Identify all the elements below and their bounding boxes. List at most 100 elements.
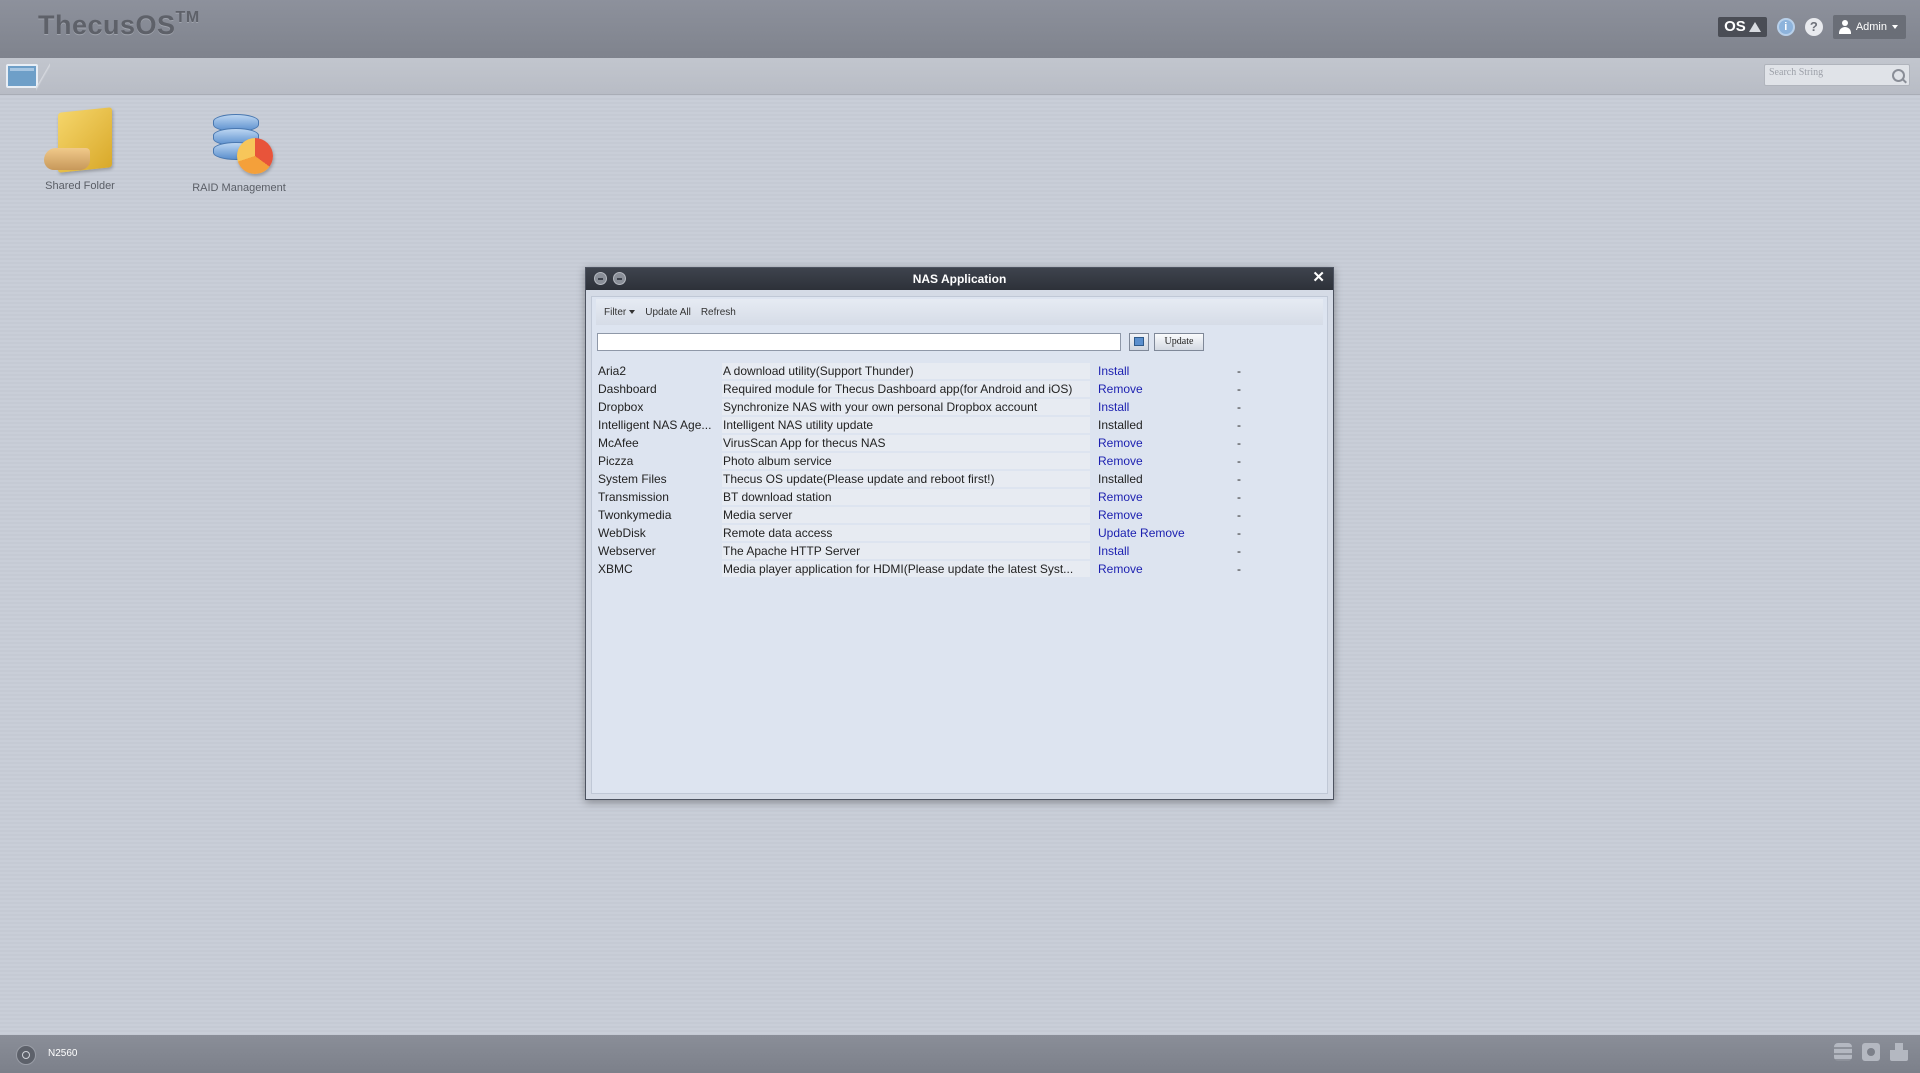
app-description: Media server <box>722 507 1090 523</box>
app-name: Webserver <box>598 544 656 558</box>
app-extra: - <box>1237 400 1241 414</box>
os-badge-label: OS <box>1724 18 1746 35</box>
app-action-cell: Remove <box>1090 507 1235 523</box>
app-description: Synchronize NAS with your own personal D… <box>722 399 1090 415</box>
info-icon[interactable]: i <box>1776 18 1795 36</box>
table-row: Dashboard Required module for Thecus Dash… <box>597 381 1277 397</box>
app-extra: - <box>1237 382 1241 396</box>
app-description: BT download station <box>722 489 1090 505</box>
search-input[interactable]: Search String <box>1764 64 1910 86</box>
app-action-cell: Remove <box>1090 381 1235 397</box>
app-name: Dashboard <box>598 382 657 396</box>
storage-icon[interactable] <box>1834 1043 1852 1061</box>
table-row: Piczza Photo album service Remove - <box>597 453 1277 469</box>
shared-folder-icon <box>40 107 120 176</box>
status-bar: N2560 <box>0 1035 1920 1073</box>
app-extra: - <box>1237 526 1241 540</box>
app-extra: - <box>1237 436 1241 450</box>
os-update-button[interactable]: OS <box>1718 17 1767 37</box>
app-extra: - <box>1237 472 1241 486</box>
logo-trademark: TM <box>175 9 200 26</box>
app-installed-status: Installed <box>1098 472 1143 486</box>
app-action-install-link[interactable]: Install <box>1098 400 1129 414</box>
user-menu[interactable]: Admin <box>1832 15 1906 39</box>
raid-management-icon <box>199 108 279 178</box>
file-path-input[interactable] <box>597 333 1121 351</box>
table-row: XBMC Media player application for HDMI(Pl… <box>597 561 1277 577</box>
power-icon[interactable] <box>16 1045 36 1065</box>
app-name: XBMC <box>598 562 633 576</box>
app-name: Aria2 <box>598 364 627 378</box>
chevron-down-icon <box>629 309 636 314</box>
app-description: Media player application for HDMI(Please… <box>722 561 1090 577</box>
app-extra: - <box>1237 490 1241 504</box>
user-icon <box>1838 20 1851 34</box>
app-action-remove-link[interactable]: Remove <box>1098 508 1143 522</box>
table-row: Dropbox Synchronize NAS with your own per… <box>597 399 1277 415</box>
disk-icon[interactable] <box>1862 1043 1880 1061</box>
app-action-remove-link[interactable]: Remove <box>1098 454 1143 468</box>
table-row: McAfee VirusScan App for thecus NAS Remove… <box>597 435 1277 451</box>
app-action-remove-link[interactable]: Remove <box>1140 526 1185 540</box>
toolbar-divider <box>36 58 50 94</box>
app-action-cell: Remove <box>1090 489 1235 505</box>
app-action-cell: Install <box>1090 399 1235 415</box>
app-extra: - <box>1237 508 1241 522</box>
app-action-remove-link[interactable]: Remove <box>1098 436 1143 450</box>
app-name: McAfee <box>598 436 639 450</box>
update-button[interactable]: Update <box>1154 333 1204 351</box>
app-action-cell: Install <box>1090 363 1235 379</box>
header-icons: OS i ? Admin <box>1718 15 1906 39</box>
device-model: N2560 <box>48 1048 78 1059</box>
browse-icon[interactable] <box>1129 333 1149 351</box>
network-icon[interactable] <box>1890 1043 1908 1061</box>
filter-menu[interactable]: Filter <box>604 306 636 318</box>
search-icon[interactable] <box>1892 69 1905 82</box>
app-action-remove-link[interactable]: Remove <box>1098 490 1143 504</box>
app-action-remove-link[interactable]: Remove <box>1098 562 1143 576</box>
close-icon[interactable]: ✕ <box>1312 270 1325 286</box>
app-installed-status: Installed <box>1098 418 1143 432</box>
thecus-os-logo: ThecusOSTM <box>38 9 200 41</box>
window-titlebar[interactable]: NAS Application ✕ <box>586 268 1333 290</box>
filter-label: Filter <box>604 306 627 318</box>
app-name: WebDisk <box>598 526 646 540</box>
desktop-icon-shared-folder[interactable]: Shared Folder <box>20 107 140 192</box>
app-description: Required module for Thecus Dashboard app… <box>722 381 1090 397</box>
help-icon[interactable]: ? <box>1804 18 1823 36</box>
app-extra: - <box>1237 544 1241 558</box>
desktop-icon-label: RAID Management <box>192 182 286 194</box>
app-description: A download utility(Support Thunder) <box>722 363 1090 379</box>
upload-row: Update <box>597 333 1204 353</box>
window-body: Filter Update All Refresh Update Aria2 A … <box>591 296 1328 794</box>
logo-text: ThecusOS <box>38 10 176 40</box>
app-name: Piczza <box>598 454 634 468</box>
chevron-down-icon <box>1892 25 1898 29</box>
show-desktop-icon[interactable] <box>6 64 38 88</box>
app-name: Dropbox <box>598 400 644 414</box>
search-placeholder: Search String <box>1769 67 1824 78</box>
top-header: ThecusOSTM OS i ? Admin <box>0 0 1920 58</box>
app-action-remove-link[interactable]: Remove <box>1098 382 1143 396</box>
table-row: Webserver The Apache HTTP Server Install - <box>597 543 1277 559</box>
table-row: Transmission BT download station Remove - <box>597 489 1277 505</box>
app-action-cell: Installed <box>1090 471 1235 487</box>
app-action-install-link[interactable]: Install <box>1098 544 1129 558</box>
app-action-update-link[interactable]: Update <box>1098 526 1137 540</box>
nas-application-window: NAS Application ✕ Filter Update All Refr… <box>585 267 1334 800</box>
update-all-button[interactable]: Update All <box>645 307 691 318</box>
app-action-install-link[interactable]: Install <box>1098 364 1129 378</box>
up-arrow-icon <box>1748 22 1761 32</box>
app-description: Thecus OS update(Please update and reboo… <box>722 471 1090 487</box>
table-row: System Files Thecus OS update(Please upda… <box>597 471 1277 487</box>
desktop-icon-raid-management[interactable]: RAID Management <box>179 108 299 194</box>
app-name: Intelligent NAS Age... <box>598 418 712 432</box>
table-row: WebDisk Remote data access Update Remove - <box>597 525 1277 541</box>
system-tray <box>1834 1043 1908 1061</box>
app-action-cell: Installed <box>1090 417 1235 433</box>
app-name: Twonkymedia <box>598 508 672 522</box>
app-description: The Apache HTTP Server <box>722 543 1090 559</box>
refresh-button[interactable]: Refresh <box>701 307 736 318</box>
app-description: VirusScan App for thecus NAS <box>722 435 1090 451</box>
app-action-cell: Update Remove <box>1090 525 1235 541</box>
